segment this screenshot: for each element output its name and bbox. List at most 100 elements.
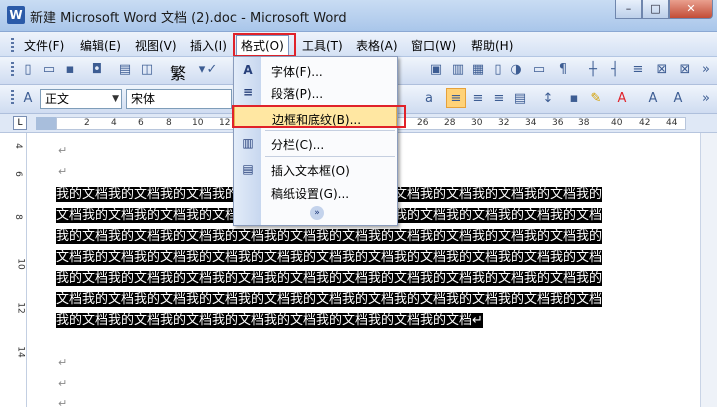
insert-table-icon[interactable]: ▦ — [470, 62, 486, 78]
ruler-number: 36 — [552, 118, 564, 128]
menu-window[interactable]: 窗口(W) — [411, 37, 456, 54]
horizontal-line-icon[interactable]: ≡ — [630, 62, 646, 78]
bullets-icon[interactable]: ▪ — [566, 91, 582, 107]
print-icon[interactable]: ▤ — [117, 62, 133, 78]
ruler-number: 34 — [525, 118, 537, 128]
print-preview-icon[interactable]: ◫ — [139, 62, 155, 78]
new-document-icon[interactable]: ▯ — [20, 62, 36, 78]
ruler-number: 28 — [444, 118, 456, 128]
menu-separator — [265, 156, 395, 157]
menu-item-columns[interactable]: ▥ 分栏(C)... — [234, 132, 397, 154]
border-tool-icon[interactable]: ┤ — [607, 62, 623, 78]
toolbar-options-icon[interactable]: » — [698, 62, 714, 78]
menu-item-label: 稿纸设置(G)... — [271, 187, 350, 201]
columns-icon[interactable]: ▯ — [490, 62, 506, 78]
tab-selector[interactable]: L — [13, 116, 27, 130]
align-right-icon[interactable]: ≡ — [491, 91, 507, 107]
drawing-icon[interactable]: ◑ — [508, 62, 524, 78]
format-menu-highlight-box — [233, 33, 296, 57]
align-left-icon: ≡ — [450, 91, 462, 106]
vertical-ruler-number: 10 — [15, 258, 26, 270]
menu-item-paragraph[interactable]: ≡ 段落(P)... — [234, 81, 397, 103]
highlight-color-icon[interactable]: ✎ — [588, 91, 604, 107]
menu-item-insert-textbox[interactable]: ▤ 插入文本框(O) — [234, 158, 397, 180]
ruler-number: 12 — [219, 118, 231, 128]
paragraph-mark: ↵ — [58, 144, 68, 157]
menu-separator — [265, 130, 395, 131]
font-icon: A — [243, 63, 253, 77]
menu-help[interactable]: 帮助(H) — [471, 37, 513, 54]
show-hide-marks-icon[interactable]: ¶ — [555, 62, 571, 78]
ruler-number: 32 — [498, 118, 510, 128]
toolbar-close-icon[interactable]: ⊠ — [677, 62, 693, 78]
paragraph-mark: ↵ — [58, 165, 68, 178]
resize-icon[interactable]: ⊠ — [654, 62, 670, 78]
grow-font-icon[interactable]: A — [645, 91, 661, 107]
line-tool-icon[interactable]: ┼ — [585, 62, 601, 78]
expand-menu-chevron-icon[interactable]: » — [310, 206, 324, 220]
align-center-icon[interactable]: ≡ — [470, 91, 486, 107]
ruler-number: 2 — [84, 118, 90, 128]
format-dropdown-menu: A 字体(F)... ≡ 段落(P)... 边框和底纹(B)... ▥ 分栏(C… — [233, 56, 398, 226]
paragraph-icon: ≡ — [242, 85, 254, 99]
close-button[interactable]: ✕ — [669, 0, 713, 19]
menu-item-font[interactable]: A 字体(F)... — [234, 59, 397, 81]
insert-chart-icon[interactable]: ▥ — [450, 62, 466, 78]
font-dropdown[interactable]: 宋体 — [126, 89, 232, 109]
open-folder-icon[interactable]: ▭ — [41, 62, 57, 78]
vertical-scrollbar[interactable] — [700, 133, 717, 407]
justify-icon[interactable]: ▤ — [512, 91, 528, 107]
menu-file[interactable]: 文件(F) — [24, 37, 64, 54]
character-scaling-icon[interactable]: a — [421, 91, 437, 107]
vertical-ruler-number: 14 — [15, 346, 26, 358]
ruler-number: 26 — [417, 118, 429, 128]
menu-bar: 文件(F) 编辑(E) 视图(V) 插入(I) 格式(O) 工具(T) 表格(A… — [0, 32, 717, 57]
borders-shading-highlight-box — [232, 105, 406, 128]
window-controls: – □ ✕ — [615, 0, 713, 20]
columns-icon: ▥ — [242, 136, 254, 150]
ruler-number: 40 — [611, 118, 623, 128]
minimize-button[interactable]: – — [615, 0, 642, 19]
paragraph-mark: ↵ — [58, 356, 68, 369]
menu-item-manuscript-settings[interactable]: 稿纸设置(G)... — [234, 181, 397, 203]
left-margin-area — [36, 117, 56, 130]
vertical-ruler-number: 4 — [12, 143, 23, 149]
ruler-number: 42 — [639, 118, 651, 128]
save-icon[interactable]: ▪ — [62, 62, 78, 78]
formatting-toolbar-grip[interactable] — [11, 90, 14, 106]
spelling-check-icon[interactable]: ✓ — [204, 62, 220, 78]
selection-end-paragraph-mark: ↵ — [472, 313, 483, 328]
line-spacing-icon[interactable]: ↕ — [540, 91, 556, 107]
style-dropdown[interactable]: 正文 ▼ — [40, 89, 122, 109]
menu-item-label: 字体(F)... — [271, 65, 323, 79]
menu-insert[interactable]: 插入(I) — [190, 37, 227, 54]
ruler-number: 44 — [666, 118, 678, 128]
document-map-icon[interactable]: ▭ — [531, 62, 547, 78]
traditional-chinese-conversion-button[interactable]: 繁 — [170, 60, 186, 84]
menu-edit[interactable]: 编辑(E) — [80, 37, 121, 54]
menu-table[interactable]: 表格(A) — [356, 37, 398, 54]
menu-view[interactable]: 视图(V) — [135, 37, 177, 54]
menu-item-label: 插入文本框(O) — [271, 164, 350, 178]
window-title: 新建 Microsoft Word 文档 (2).doc - Microsoft… — [30, 11, 347, 26]
vertical-ruler[interactable]: 4 6 8 10 12 14 — [13, 133, 27, 407]
formatting-toolbar-options-icon[interactable]: » — [698, 91, 714, 107]
ruler-number: 10 — [192, 118, 204, 128]
word-app-icon[interactable]: W — [7, 6, 25, 24]
menu-item-label: 分栏(C)... — [271, 138, 325, 152]
maximize-button[interactable]: □ — [642, 0, 669, 19]
insert-picture-icon[interactable]: ▣ — [428, 62, 444, 78]
standard-toolbar-grip[interactable] — [11, 62, 14, 78]
vertical-ruler-number: 8 — [12, 214, 23, 220]
permission-icon[interactable]: ◘ — [89, 62, 105, 78]
ruler-number: 4 — [111, 118, 117, 128]
ruler-number: 8 — [166, 118, 172, 128]
menubar-grip-handle[interactable] — [11, 38, 14, 52]
textbox-icon: ▤ — [242, 162, 254, 176]
font-color-icon[interactable]: A — [614, 91, 630, 107]
styles-pane-icon[interactable]: A — [20, 91, 36, 107]
paragraph-mark: ↵ — [58, 397, 68, 407]
shrink-font-icon[interactable]: A — [670, 91, 686, 107]
style-dropdown-arrow-icon[interactable]: ▼ — [112, 90, 119, 108]
menu-tools[interactable]: 工具(T) — [302, 37, 343, 54]
